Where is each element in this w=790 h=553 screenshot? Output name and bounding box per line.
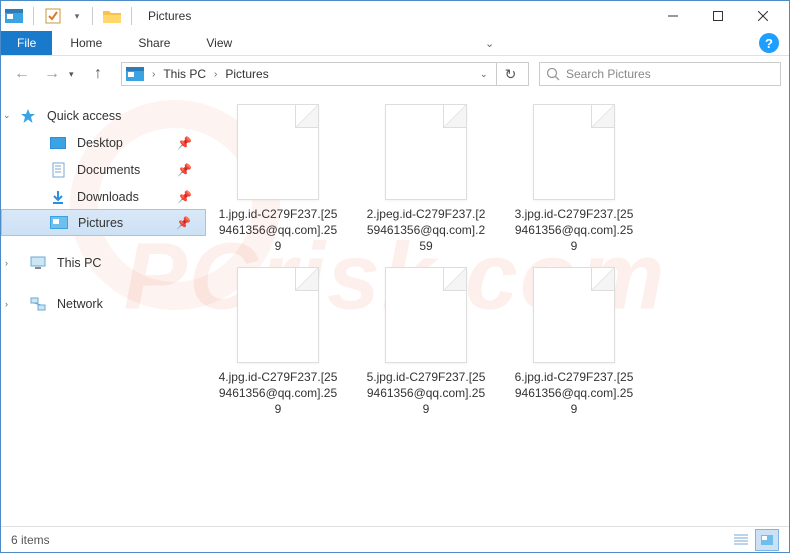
file-thumb-icon	[237, 104, 319, 200]
file-item[interactable]: 4.jpg.id-C279F237.[259461356@qq.com].259	[216, 267, 340, 418]
file-name: 5.jpg.id-C279F237.[259461356@qq.com].259	[364, 369, 488, 418]
sidebar-item-label: Documents	[77, 163, 140, 177]
qat-dropdown-icon[interactable]: ▾	[72, 7, 82, 25]
window-title: Pictures	[148, 9, 191, 23]
file-thumb-icon	[533, 104, 615, 200]
pin-icon: 📌	[177, 163, 192, 177]
address-dropdown-icon[interactable]: ⌄	[480, 69, 492, 80]
downloads-icon	[49, 189, 67, 205]
file-item[interactable]: 2.jpeg.id-C279F237.[259461356@qq.com].25…	[364, 104, 488, 255]
file-name: 4.jpg.id-C279F237.[259461356@qq.com].259	[216, 369, 340, 418]
desktop-icon	[49, 135, 67, 151]
sidebar-item-desktop[interactable]: Desktop 📌	[1, 129, 206, 156]
chevron-right-icon[interactable]: ›	[150, 69, 157, 80]
statusbar: 6 items	[1, 526, 789, 552]
address-bar[interactable]: › This PC › Pictures ⌄ ↻	[121, 62, 529, 86]
star-icon	[19, 108, 37, 124]
file-list[interactable]: 1.jpg.id-C279F237.[259461356@qq.com].259…	[206, 92, 789, 526]
file-item[interactable]: 1.jpg.id-C279F237.[259461356@qq.com].259	[216, 104, 340, 255]
titlebar: ▾ Pictures	[1, 1, 789, 31]
tab-view[interactable]: View	[188, 31, 250, 55]
thispc-icon	[29, 255, 47, 271]
minimize-button[interactable]	[650, 2, 695, 31]
pin-icon: 📌	[177, 190, 192, 204]
file-item[interactable]: 5.jpg.id-C279F237.[259461356@qq.com].259	[364, 267, 488, 418]
address-pictures-icon	[126, 65, 144, 83]
sidebar-item-pictures[interactable]: Pictures 📌	[1, 209, 206, 236]
refresh-button[interactable]: ↻	[496, 63, 524, 85]
search-input[interactable]: Search Pictures	[539, 62, 781, 86]
app-icon	[5, 7, 23, 25]
sidebar-item-network[interactable]: › Network	[1, 290, 206, 317]
documents-icon	[49, 162, 67, 178]
content-area: ⌄ Quick access Desktop 📌 Documents 📌 Dow…	[1, 92, 789, 526]
file-name: 6.jpg.id-C279F237.[259461356@qq.com].259	[512, 369, 636, 418]
expand-icon[interactable]: ›	[5, 258, 8, 268]
folder-icon	[103, 7, 121, 25]
file-name: 1.jpg.id-C279F237.[259461356@qq.com].259	[216, 206, 340, 255]
sidebar-item-label: Quick access	[47, 109, 121, 123]
sidebar-item-label: Desktop	[77, 136, 123, 150]
back-button[interactable]: ←	[9, 61, 35, 87]
explorer-window: PCrisk.com ▾ Pictures File Home	[0, 0, 790, 553]
sidebar-item-label: Downloads	[77, 190, 139, 204]
network-icon	[29, 296, 47, 312]
sidebar-item-label: Network	[57, 297, 103, 311]
search-placeholder: Search Pictures	[566, 67, 651, 81]
view-details-button[interactable]	[729, 529, 753, 551]
sidebar-item-label: Pictures	[78, 216, 123, 230]
collapse-icon[interactable]: ⌄	[3, 110, 11, 121]
sidebar-item-documents[interactable]: Documents 📌	[1, 156, 206, 183]
tab-share[interactable]: Share	[120, 31, 188, 55]
checked-folder-icon[interactable]	[44, 7, 62, 25]
maximize-button[interactable]	[695, 2, 740, 31]
ribbon: File Home Share View ⌄ ?	[1, 31, 789, 56]
up-button[interactable]: ↑	[85, 61, 111, 87]
file-thumb-icon	[237, 267, 319, 363]
sidebar-item-thispc[interactable]: › This PC	[1, 249, 206, 276]
sidebar-item-label: This PC	[57, 256, 101, 270]
status-item-count: 6 items	[11, 533, 50, 547]
close-button[interactable]	[740, 2, 785, 31]
file-thumb-icon	[385, 267, 467, 363]
tab-home[interactable]: Home	[52, 31, 120, 55]
pin-icon: 📌	[176, 216, 191, 230]
file-menu[interactable]: File	[1, 31, 52, 55]
history-dropdown-icon[interactable]: ▾	[69, 69, 81, 80]
navbar: ← → ▾ ↑ › This PC › Pictures ⌄ ↻ Search …	[1, 56, 789, 92]
sidebar-quickaccess[interactable]: ⌄ Quick access	[1, 102, 206, 129]
pin-icon: 📌	[177, 136, 192, 150]
forward-button[interactable]: →	[39, 61, 65, 87]
view-icons-button[interactable]	[755, 529, 779, 551]
file-name: 3.jpg.id-C279F237.[259461356@qq.com].259	[512, 206, 636, 255]
file-thumb-icon	[385, 104, 467, 200]
breadcrumb-thispc[interactable]: This PC	[163, 67, 206, 81]
sidebar: ⌄ Quick access Desktop 📌 Documents 📌 Dow…	[1, 92, 206, 526]
breadcrumb-pictures[interactable]: Pictures	[225, 67, 268, 81]
file-name: 2.jpeg.id-C279F237.[259461356@qq.com].25…	[364, 206, 488, 255]
sidebar-item-downloads[interactable]: Downloads 📌	[1, 183, 206, 210]
file-item[interactable]: 3.jpg.id-C279F237.[259461356@qq.com].259	[512, 104, 636, 255]
pictures-icon	[50, 215, 68, 231]
file-item[interactable]: 6.jpg.id-C279F237.[259461356@qq.com].259	[512, 267, 636, 418]
file-thumb-icon	[533, 267, 615, 363]
chevron-right-icon[interactable]: ›	[212, 69, 219, 80]
ribbon-expand-icon[interactable]: ⌄	[485, 37, 494, 50]
search-icon	[546, 67, 560, 81]
expand-icon[interactable]: ›	[5, 299, 8, 309]
help-button[interactable]: ?	[759, 33, 779, 53]
